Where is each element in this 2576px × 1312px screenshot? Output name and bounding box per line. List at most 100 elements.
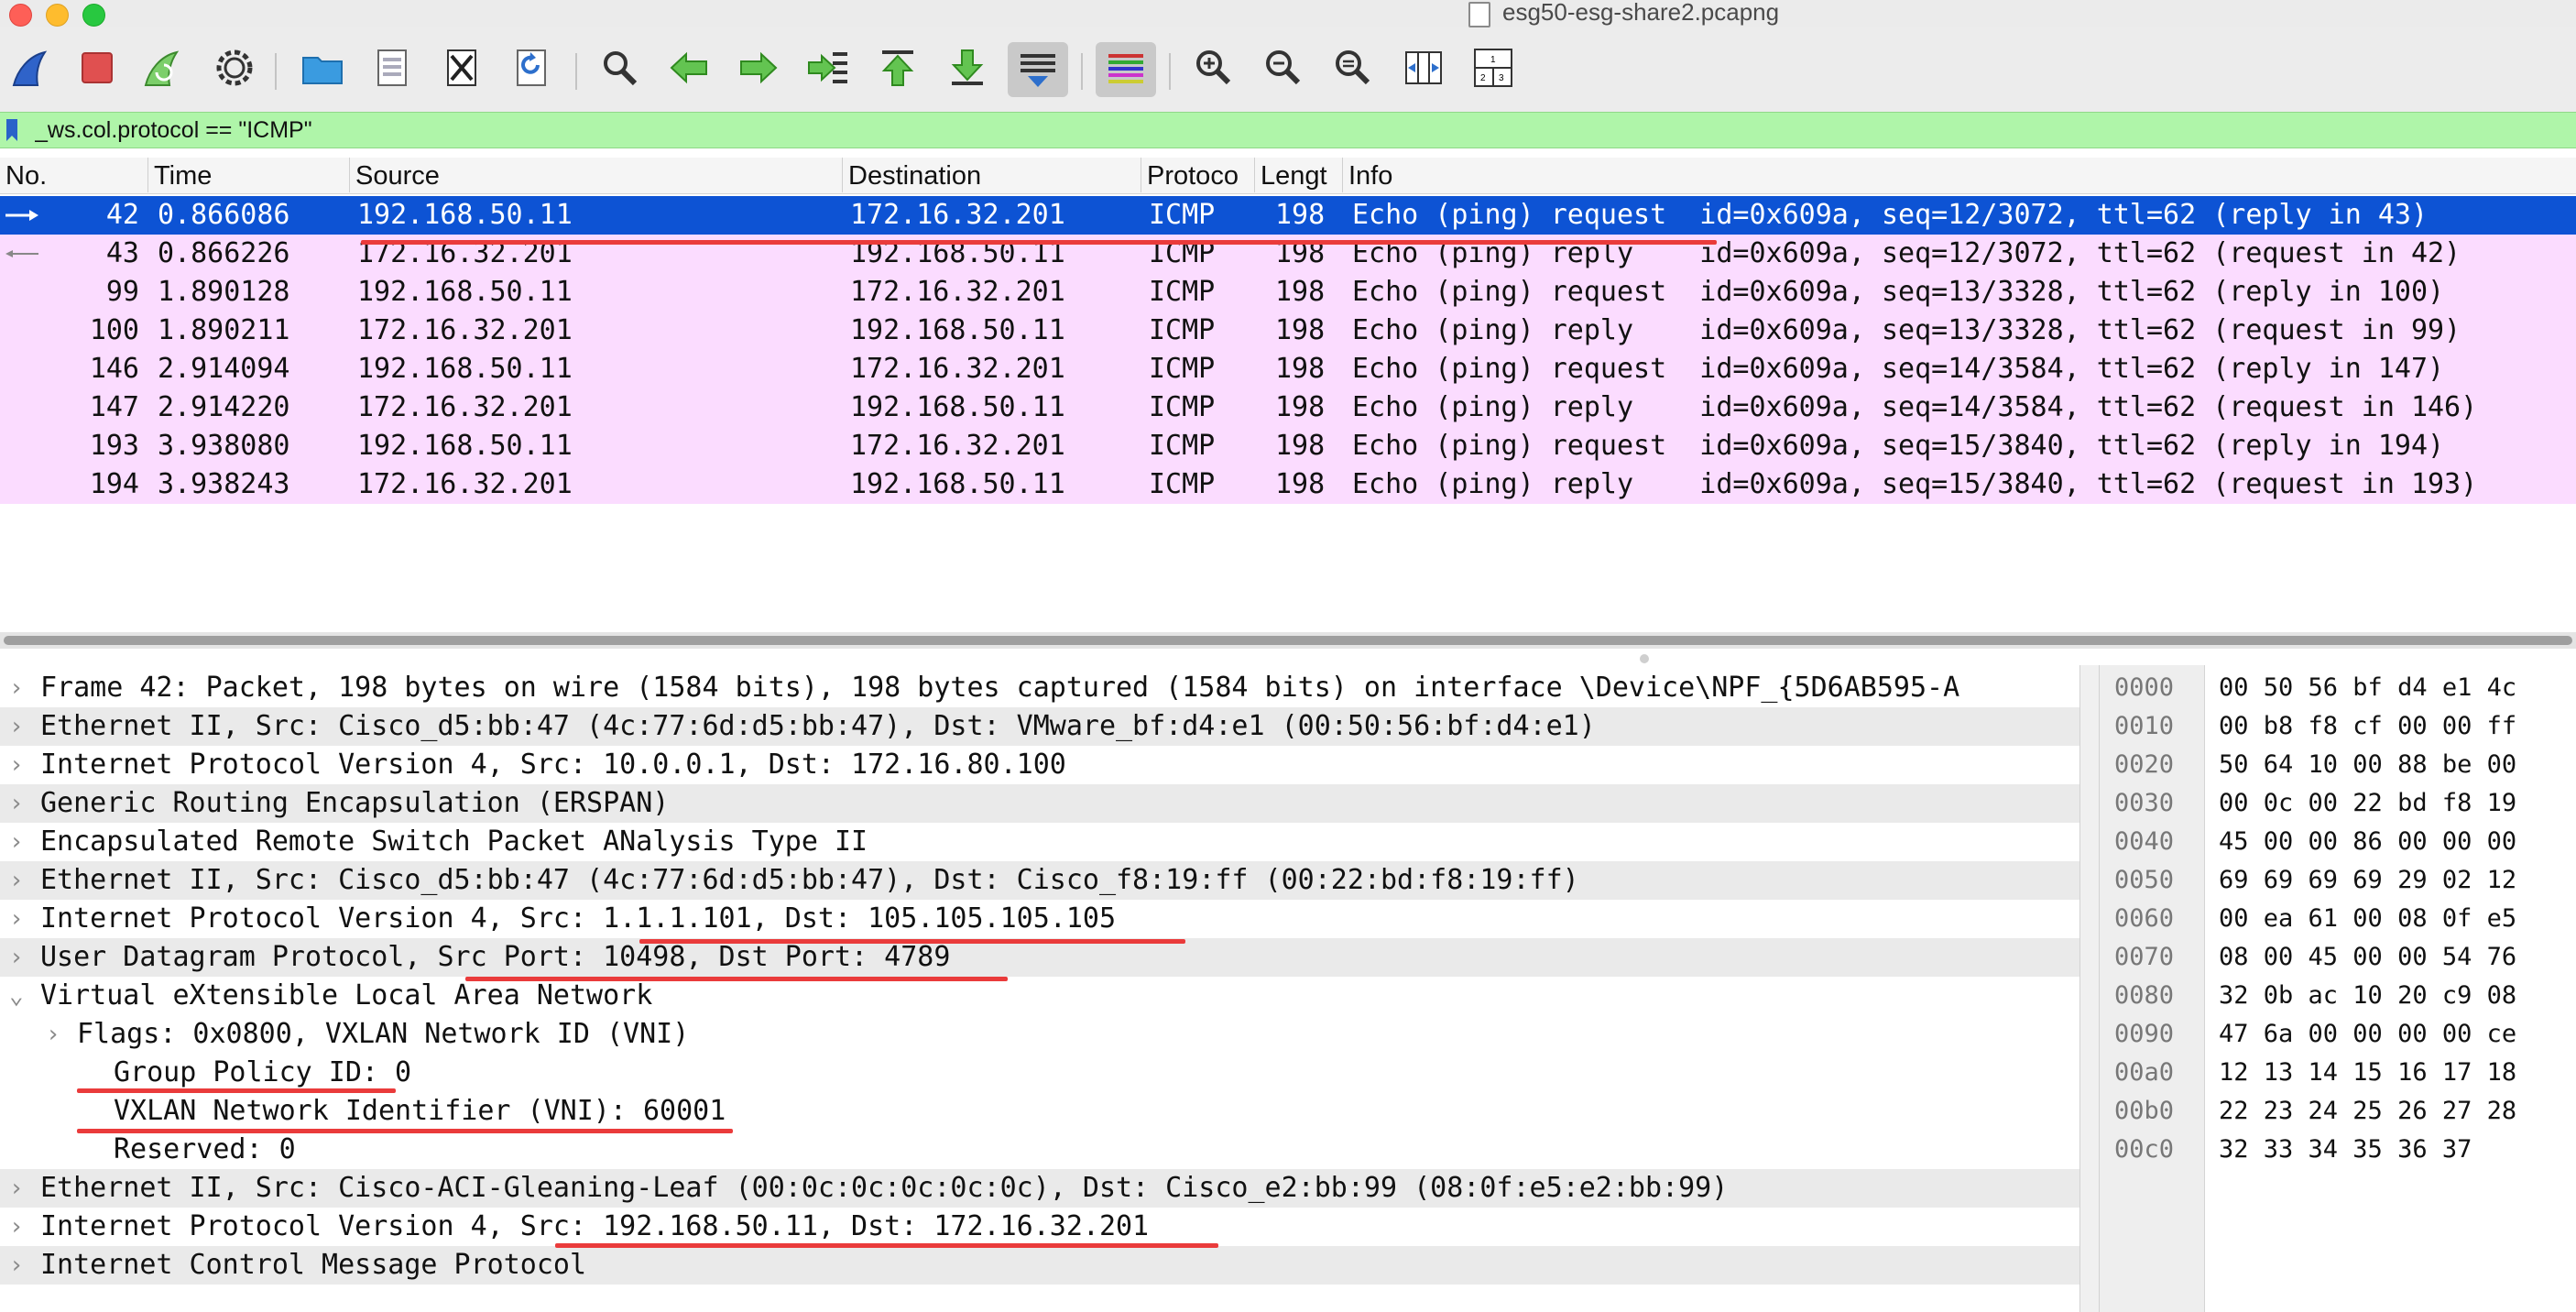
chevron-right-icon[interactable]: › xyxy=(9,746,27,784)
bytes-row[interactable]: 0080 32 0b ac 10 20 c9 08 xyxy=(2100,977,2576,1015)
annotation-underline-vni xyxy=(77,1129,733,1133)
bytes-row[interactable]: 00a0 12 13 14 15 16 17 18 xyxy=(2100,1054,2576,1092)
detail-tree-row[interactable]: › Internet Protocol Version 4, Src: 10.0.… xyxy=(0,746,2079,784)
zoom-in-icon[interactable] xyxy=(1189,44,1237,92)
open-folder-icon[interactable] xyxy=(299,44,346,92)
column-header-destination[interactable]: Destination xyxy=(843,158,1141,192)
detail-tree-row[interactable]: › Generic Routing Encapsulation (ERSPAN) xyxy=(0,784,2079,823)
packet-cell-time: 2.914220 xyxy=(158,391,290,423)
packet-row[interactable]: 147 2.914220 172.16.32.201 192.168.50.11 ICM… xyxy=(0,388,2576,427)
packet-row[interactable]: 194 3.938243 172.16.32.201 192.168.50.11 ICM… xyxy=(0,465,2576,504)
chevron-right-icon[interactable]: › xyxy=(9,784,27,823)
colorize-icon[interactable] xyxy=(1096,42,1156,97)
zoom-normal-icon[interactable] xyxy=(1328,44,1376,92)
bytes-row[interactable]: 00b0 22 23 24 25 26 27 28 xyxy=(2100,1092,2576,1131)
detail-tree-row[interactable]: › User Datagram Protocol, Src Port: 10498… xyxy=(0,938,2079,977)
zoom-out-icon[interactable] xyxy=(1259,44,1306,92)
detail-tree-row[interactable]: › Internet Protocol Version 4, Src: 1.1.1… xyxy=(0,900,2079,938)
go-forward-arrow-icon[interactable] xyxy=(735,44,782,92)
shark-fin-start-icon[interactable] xyxy=(7,44,55,92)
bytes-row[interactable]: 0030 00 0c 00 22 bd f8 19 xyxy=(2100,784,2576,823)
chevron-right-icon[interactable]: › xyxy=(9,861,27,900)
find-packet-icon[interactable] xyxy=(595,44,643,92)
display-filter-input[interactable] xyxy=(35,116,2508,144)
bytes-row[interactable]: 0010 00 b8 f8 cf 00 00 ff xyxy=(2100,707,2576,746)
layout-panes-icon[interactable]: 12 3 xyxy=(1469,44,1517,92)
column-header-info[interactable]: Info xyxy=(1343,158,2576,192)
reload-icon[interactable] xyxy=(508,44,555,92)
resize-columns-icon[interactable] xyxy=(1400,44,1447,92)
packet-cell-time: 0.866086 xyxy=(158,199,290,231)
chevron-right-icon[interactable]: › xyxy=(9,669,27,707)
detail-tree-row[interactable]: VXLAN Network Identifier (VNI): 60001 xyxy=(0,1092,2079,1131)
bytes-row[interactable]: 0000 00 50 56 bf d4 e1 4c xyxy=(2100,669,2576,707)
detail-tree-row[interactable]: Reserved: 0 xyxy=(0,1131,2079,1169)
capture-options-gear-icon[interactable] xyxy=(211,44,258,92)
restart-capture-icon[interactable] xyxy=(139,44,187,92)
bookmark-icon[interactable] xyxy=(5,118,18,142)
detail-tree-row[interactable]: ⌄ Virtual eXtensible Local Area Network xyxy=(0,977,2079,1015)
detail-tree-row[interactable]: › Flags: 0x0800, VXLAN Network ID (VNI) xyxy=(0,1015,2079,1054)
bytes-hex: 22 23 24 25 26 27 28 xyxy=(2219,1097,2517,1125)
chevron-right-icon[interactable]: › xyxy=(46,1015,64,1054)
detail-tree-row[interactable]: Group Policy ID: 0 xyxy=(0,1054,2079,1092)
bytes-row[interactable]: 0050 69 69 69 69 29 02 12 xyxy=(2100,861,2576,900)
column-header-time[interactable]: Time xyxy=(148,158,350,192)
document-icon xyxy=(1468,2,1490,27)
bytes-row[interactable]: 0090 47 6a 00 00 00 00 ce xyxy=(2100,1015,2576,1054)
toolbar-separator xyxy=(275,53,277,90)
bytes-row[interactable]: 0020 50 64 10 00 88 be 00 xyxy=(2100,746,2576,784)
minimize-window-button[interactable] xyxy=(46,4,69,27)
bytes-row[interactable]: 00c0 32 33 34 35 36 37 xyxy=(2100,1131,2576,1169)
packet-row-selected[interactable]: 42 0.866086 192.168.50.11 172.16.32.201 ICMP… xyxy=(0,196,2576,235)
packet-row[interactable]: 193 3.938080 192.168.50.11 172.16.32.201 ICM… xyxy=(0,427,2576,465)
detail-tree-row[interactable]: › Ethernet II, Src: Cisco_d5:bb:47 (4c:77… xyxy=(0,861,2079,900)
detail-tree-row[interactable]: › Frame 42: Packet, 198 bytes on wire (15… xyxy=(0,669,2079,707)
bytes-row[interactable]: 0060 00 ea 61 00 08 0f e5 xyxy=(2100,900,2576,938)
go-last-packet-icon[interactable] xyxy=(944,44,991,92)
zoom-window-button[interactable] xyxy=(82,4,105,27)
packet-cell-proto: ICMP xyxy=(1149,199,1216,231)
close-window-button[interactable] xyxy=(9,4,32,27)
bytes-hex: 69 69 69 69 29 02 12 xyxy=(2219,866,2517,894)
column-header-source[interactable]: Source xyxy=(350,158,843,192)
packet-row[interactable]: 146 2.914094 192.168.50.11 172.16.32.201 ICM… xyxy=(0,350,2576,388)
detail-tree-row[interactable]: › Internet Control Message Protocol xyxy=(0,1246,2079,1285)
packet-row[interactable]: 100 1.890211 172.16.32.201 192.168.50.11 ICM… xyxy=(0,312,2576,350)
stop-capture-icon[interactable] xyxy=(73,44,121,92)
detail-tree-row[interactable]: › Encapsulated Remote Switch Packet ANaly… xyxy=(0,823,2079,861)
chevron-right-icon[interactable]: › xyxy=(9,938,27,977)
detail-tree-label: Internet Protocol Version 4, Src: 192.16… xyxy=(40,1210,1150,1242)
save-file-icon[interactable] xyxy=(368,44,416,92)
packet-cell-src: 192.168.50.11 xyxy=(357,199,573,231)
chevron-right-icon[interactable]: › xyxy=(9,707,27,746)
chevron-down-icon[interactable]: ⌄ xyxy=(9,977,27,1015)
detail-tree-row[interactable]: › Ethernet II, Src: Cisco_d5:bb:47 (4c:77… xyxy=(0,707,2079,746)
column-header-protocol[interactable]: Protoco xyxy=(1141,158,1255,192)
go-to-packet-icon[interactable] xyxy=(804,44,852,92)
splitter-grip-dot[interactable] xyxy=(1640,654,1649,663)
pane-splitter[interactable] xyxy=(0,632,2576,649)
chevron-right-icon[interactable]: › xyxy=(9,1246,27,1285)
packet-cell-proto: ICMP xyxy=(1149,468,1216,500)
packet-row[interactable]: 99 1.890128 192.168.50.11 172.16.32.201 ICMP… xyxy=(0,273,2576,312)
go-first-packet-icon[interactable] xyxy=(874,44,922,92)
chevron-right-icon[interactable]: › xyxy=(9,900,27,938)
auto-scroll-icon[interactable] xyxy=(1008,42,1068,97)
bytes-row[interactable]: 0070 08 00 45 00 00 54 76 xyxy=(2100,938,2576,977)
toolbar-separator xyxy=(1169,53,1171,90)
bytes-row[interactable]: 0040 45 00 00 86 00 00 00 xyxy=(2100,823,2576,861)
go-back-arrow-icon[interactable] xyxy=(665,44,713,92)
details-bytes-divider[interactable] xyxy=(2079,665,2100,1312)
packet-cell-time: 1.890128 xyxy=(158,276,290,308)
chevron-right-icon[interactable]: › xyxy=(9,1169,27,1208)
chevron-right-icon[interactable]: › xyxy=(9,823,27,861)
close-file-icon[interactable] xyxy=(438,44,486,92)
column-header-length[interactable]: Lengt xyxy=(1255,158,1343,192)
chevron-right-icon[interactable]: › xyxy=(9,1208,27,1246)
splitter-handle[interactable] xyxy=(4,636,2572,645)
detail-tree-row[interactable]: › Ethernet II, Src: Cisco-ACI-Gleaning-Le… xyxy=(0,1169,2079,1208)
detail-tree-row[interactable]: › Internet Protocol Version 4, Src: 192.1… xyxy=(0,1208,2079,1246)
column-header-no[interactable]: No. xyxy=(0,158,148,192)
detail-tree-label: User Datagram Protocol, Src Port: 10498,… xyxy=(40,941,951,973)
